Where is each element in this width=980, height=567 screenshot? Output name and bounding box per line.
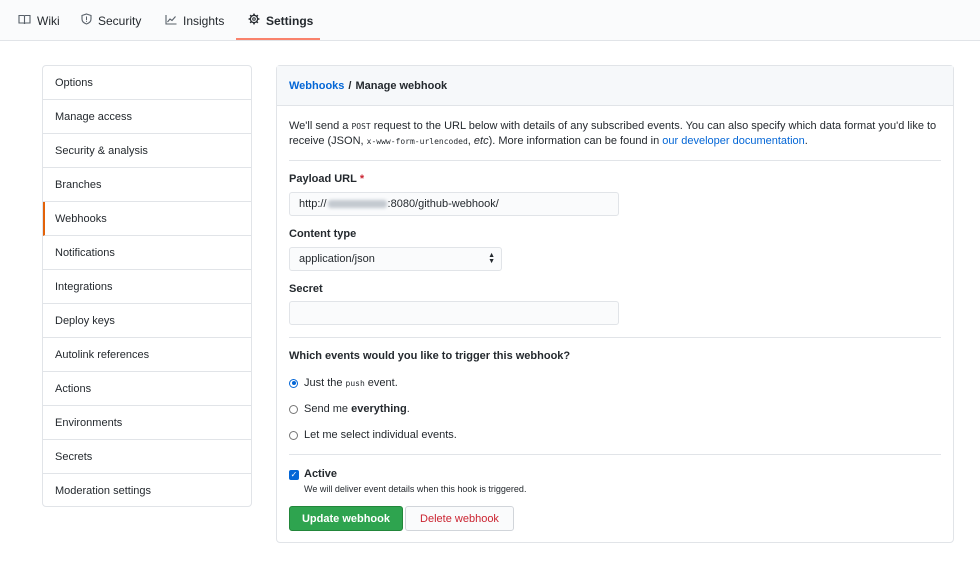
event-option-everything[interactable]: Send me everything.	[289, 403, 410, 415]
breadcrumb-separator: /	[348, 79, 352, 92]
sidebar-item-label: Manage access	[55, 110, 133, 123]
sidebar-item-label: Environments	[55, 416, 123, 429]
sidebar-item-label: Webhooks	[55, 212, 107, 225]
tab-label: Insights	[183, 13, 225, 28]
tab-label: Wiki	[37, 13, 60, 28]
sidebar-item-notifications[interactable]: Notifications	[43, 236, 251, 270]
sidebar-item-label: Deploy keys	[55, 314, 115, 327]
tab-security[interactable]: Security	[81, 0, 141, 41]
page-title: Manage webhook	[355, 79, 448, 92]
sidebar-item-label: Actions	[55, 382, 92, 395]
event-option-push[interactable]: Just the push event.	[289, 377, 398, 389]
tab-label: Security	[98, 13, 142, 28]
active-note: We will deliver event details when this …	[304, 484, 527, 494]
selected-tab-indicator	[236, 38, 320, 40]
required-marker: *	[359, 173, 365, 185]
push-code: push	[345, 378, 365, 388]
sidebar-item-security-analysis[interactable]: Security & analysis	[43, 134, 251, 168]
tab-settings[interactable]: Settings	[248, 0, 313, 41]
payload-url-prefix: http://	[299, 198, 327, 210]
radio-button[interactable]	[289, 430, 298, 440]
sidebar-item-integrations[interactable]: Integrations	[43, 270, 251, 304]
tab-wiki[interactable]: Wiki	[18, 0, 60, 41]
tab-label: Settings	[266, 13, 314, 28]
sidebar-item-label: Secrets	[55, 450, 93, 463]
active-checkbox[interactable]: ✓	[289, 470, 299, 480]
etc-text: etc	[473, 135, 489, 147]
sidebar-item-deploy-keys[interactable]: Deploy keys	[43, 304, 251, 338]
repo-nav: Wiki Security Insights Settings	[0, 0, 980, 41]
active-label: Active	[304, 468, 338, 480]
content-type-select[interactable]: application/json ▲ ▼	[289, 247, 502, 271]
delete-webhook-button[interactable]: Delete webhook	[405, 506, 514, 531]
sidebar-item-secrets[interactable]: Secrets	[43, 440, 251, 474]
sidebar-item-branches[interactable]: Branches	[43, 168, 251, 202]
sidebar-item-label: Moderation settings	[55, 485, 151, 497]
payload-url-suffix: :8080/github-webhook/	[387, 198, 499, 210]
event-option-individual[interactable]: Let me select individual events.	[289, 429, 457, 441]
sidebar-item-environments[interactable]: Environments	[43, 406, 251, 440]
breadcrumb-webhooks-link[interactable]: Webhooks	[289, 80, 344, 92]
sidebar-item-label: Autolink references	[55, 348, 150, 361]
radio-button[interactable]	[289, 378, 298, 388]
sidebar-item-manage-access[interactable]: Manage access	[43, 100, 251, 134]
sidebar-item-autolink-references[interactable]: Autolink references	[43, 338, 251, 372]
webhook-panel: Webhooks / Manage webhook We'll send a P…	[276, 65, 954, 543]
content-type-label: Content type	[289, 228, 357, 240]
description-text: ,	[467, 135, 471, 147]
option-text: event.	[367, 377, 398, 389]
shield-icon	[81, 13, 98, 28]
option-text: Let me select individual events.	[304, 429, 457, 441]
tab-insights[interactable]: Insights	[165, 0, 224, 41]
sidebar-item-label: Security & analysis	[55, 144, 148, 157]
gear-icon	[248, 13, 266, 28]
description-text: .	[804, 135, 808, 147]
radio-button[interactable]	[289, 404, 298, 414]
option-bold-text: everything	[351, 403, 407, 415]
divider	[289, 454, 941, 455]
sidebar-item-actions[interactable]: Actions	[43, 372, 251, 406]
form-urlencoded-code: x-www-form-urlencoded	[366, 137, 468, 146]
option-text: .	[406, 403, 410, 415]
secret-input[interactable]	[289, 301, 619, 325]
payload-url-label-text: Payload URL	[289, 173, 357, 185]
sidebar-item-label: Integrations	[55, 280, 113, 293]
book-icon	[18, 14, 37, 28]
events-question: Which events would you like to trigger t…	[289, 350, 571, 362]
payload-url-label: Payload URL *	[289, 173, 364, 185]
settings-sidebar: Options Manage access Security & analysi…	[42, 65, 252, 507]
option-text: Send me	[304, 403, 349, 415]
breadcrumb: Webhooks / Manage webhook	[277, 66, 953, 106]
option-text: Just the	[304, 377, 343, 389]
payload-url-input[interactable]: http:// :8080/github-webhook/	[289, 192, 619, 216]
sidebar-item-moderation-settings[interactable]: Moderation settings	[43, 474, 251, 506]
update-webhook-button[interactable]: Update webhook	[289, 506, 403, 531]
sidebar-item-options[interactable]: Options	[43, 66, 251, 100]
content-type-value: application/json	[299, 253, 375, 265]
sidebar-item-label: Options	[55, 76, 93, 89]
description-text: ). More information can be found in	[488, 135, 660, 147]
secret-label: Secret	[289, 283, 323, 295]
select-arrows-icon: ▲ ▼	[488, 252, 495, 265]
divider	[289, 337, 941, 338]
graph-icon	[165, 14, 183, 28]
redacted-host	[327, 200, 387, 208]
developer-docs-link[interactable]: our developer documentation	[662, 135, 804, 147]
sidebar-item-label: Notifications	[55, 246, 115, 259]
post-code: POST	[351, 122, 371, 131]
description-text: We'll send a	[289, 120, 349, 132]
sidebar-item-label: Branches	[55, 178, 102, 191]
divider	[289, 160, 941, 161]
sidebar-item-webhooks[interactable]: Webhooks	[43, 202, 251, 236]
webhook-description: We'll send a POST request to the URL bel…	[289, 119, 939, 149]
